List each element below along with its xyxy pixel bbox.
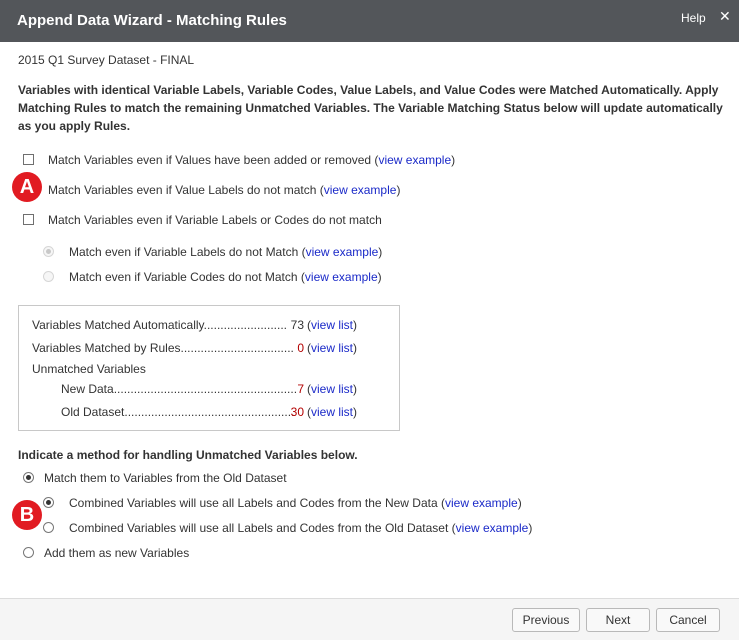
instructions-text: Variables with identical Variable Labels… bbox=[18, 83, 723, 133]
rule-variable-labels-codes: Match Variables even if Variable Labels … bbox=[48, 212, 382, 228]
status-new-data-label: New Data................................… bbox=[61, 382, 298, 396]
sub-rule-labels: Match even if Variable Labels do not Mat… bbox=[69, 244, 382, 260]
paren-close: ) bbox=[378, 245, 383, 259]
status-auto-label: Variables Matched Automatically.........… bbox=[32, 318, 287, 332]
view-example-link[interactable]: view example bbox=[378, 153, 451, 167]
view-list-link[interactable]: view list bbox=[311, 382, 353, 396]
paren-close: ) bbox=[353, 405, 358, 419]
dataset-name: 2015 Q1 Survey Dataset - FINAL bbox=[18, 53, 195, 67]
method-old-dataset: Combined Variables will use all Labels a… bbox=[69, 520, 532, 536]
sub-rule-codes: Match even if Variable Codes do not Matc… bbox=[69, 269, 382, 285]
status-rules-label: Variables Matched by Rules..............… bbox=[32, 341, 294, 355]
rule-values-added-checkbox[interactable] bbox=[23, 154, 34, 165]
status-auto-viewlist: (view list) bbox=[307, 317, 357, 333]
sub-rule-codes-radio[interactable] bbox=[43, 271, 54, 282]
view-example-link[interactable]: view example bbox=[445, 496, 518, 510]
rule-variable-labels-codes-checkbox[interactable] bbox=[23, 214, 34, 225]
view-example-link[interactable]: view example bbox=[306, 245, 379, 259]
window-title: Append Data Wizard - Matching Rules bbox=[17, 12, 287, 29]
view-list-link[interactable]: view list bbox=[311, 318, 353, 332]
cancel-button[interactable]: Cancel bbox=[656, 608, 720, 632]
view-example-link[interactable]: view example bbox=[324, 183, 397, 197]
annotation-badge-a: A bbox=[12, 172, 42, 202]
status-old-dataset-count: 30 bbox=[290, 405, 304, 419]
method-old-dataset-radio[interactable] bbox=[43, 522, 54, 533]
paren-close: ) bbox=[528, 521, 533, 535]
rule-label: Match Variables even if Values have been… bbox=[48, 153, 372, 167]
view-example-link[interactable]: view example bbox=[456, 521, 529, 535]
method-add-new-radio[interactable] bbox=[23, 547, 34, 558]
sub-rule-label: Match even if Variable Codes do not Matc… bbox=[69, 270, 298, 284]
status-old-dataset-label: Old Dataset.............................… bbox=[61, 405, 295, 419]
rule-values-added: Match Variables even if Values have been… bbox=[48, 152, 455, 168]
paren-open: ( bbox=[297, 270, 305, 284]
status-unmatched-header: Unmatched Variables bbox=[32, 362, 146, 376]
paren-close: ) bbox=[353, 382, 358, 396]
paren-open: ( bbox=[316, 183, 324, 197]
status-old-dataset-viewlist: (view list) bbox=[307, 404, 357, 420]
previous-button[interactable]: Previous bbox=[512, 608, 580, 632]
method-header: Indicate a method for handling Unmatched… bbox=[18, 448, 358, 462]
next-button[interactable]: Next bbox=[586, 608, 650, 632]
paren-open: ( bbox=[437, 496, 445, 510]
rule-label: Match Variables even if Value Labels do … bbox=[48, 183, 317, 197]
status-new-data-count: 7 bbox=[297, 382, 304, 396]
status-rules-count: 0 bbox=[297, 341, 304, 355]
view-example-link[interactable]: view example bbox=[305, 270, 378, 284]
rule-value-labels: Match Variables even if Value Labels do … bbox=[48, 182, 400, 198]
paren-close: ) bbox=[377, 270, 382, 284]
annotation-badge-b: B bbox=[12, 500, 42, 530]
paren-close: ) bbox=[396, 183, 401, 197]
method-sub-label: Combined Variables will use all Labels a… bbox=[69, 496, 438, 510]
method-add-new-label: Add them as new Variables bbox=[44, 546, 190, 560]
view-list-link[interactable]: view list bbox=[311, 405, 353, 419]
paren-close: ) bbox=[353, 341, 358, 355]
method-new-data-radio[interactable] bbox=[43, 497, 54, 508]
rule-label: Match Variables even if Variable Labels … bbox=[48, 213, 382, 227]
method-match-label: Match them to Variables from the Old Dat… bbox=[44, 471, 287, 485]
paren-open: ( bbox=[448, 521, 456, 535]
status-auto-count: 73 bbox=[290, 318, 304, 332]
method-new-data: Combined Variables will use all Labels a… bbox=[69, 495, 522, 511]
method-match-radio[interactable] bbox=[23, 472, 34, 483]
method-sub-label: Combined Variables will use all Labels a… bbox=[69, 521, 449, 535]
sub-rule-labels-radio[interactable] bbox=[43, 246, 54, 257]
sub-rule-label: Match even if Variable Labels do not Mat… bbox=[69, 245, 299, 259]
paren-open: ( bbox=[298, 245, 306, 259]
help-link[interactable]: Help bbox=[681, 11, 706, 25]
close-icon[interactable]: ✕ bbox=[719, 8, 731, 25]
status-rules-viewlist: (view list) bbox=[307, 340, 357, 356]
view-list-link[interactable]: view list bbox=[311, 341, 353, 355]
paren-close: ) bbox=[353, 318, 358, 332]
paren-close: ) bbox=[451, 153, 456, 167]
paren-close: ) bbox=[517, 496, 522, 510]
status-new-data-viewlist: (view list) bbox=[307, 381, 357, 397]
